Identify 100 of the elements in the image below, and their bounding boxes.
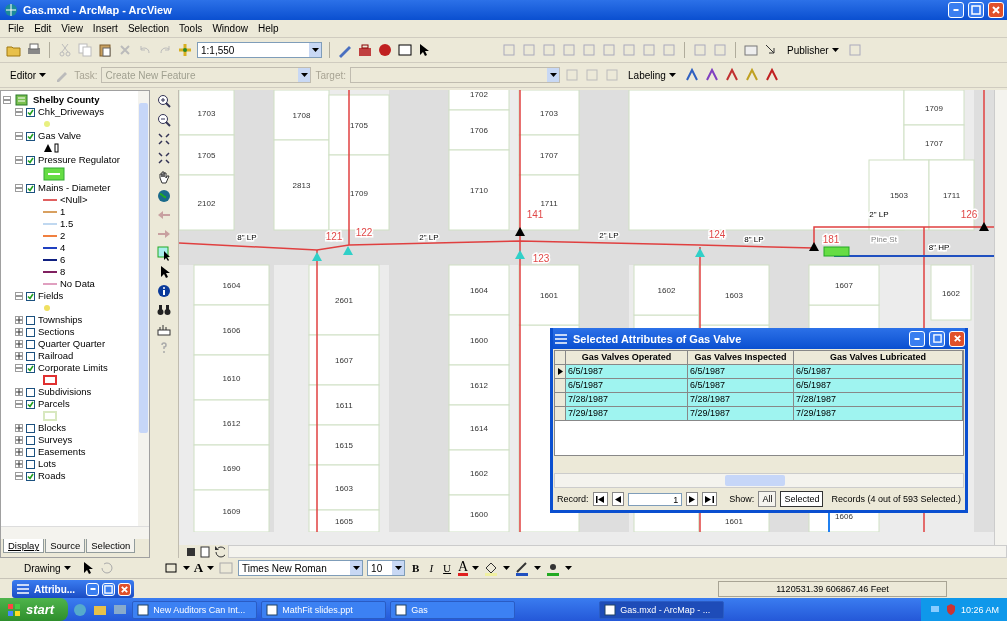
collapse-icon[interactable]	[15, 156, 23, 164]
collapse-icon[interactable]	[15, 132, 23, 140]
label-tool-icon[interactable]	[703, 67, 720, 83]
layer-checkbox[interactable]	[26, 399, 35, 409]
expand-icon[interactable]	[15, 328, 23, 336]
layer-checkbox[interactable]	[26, 423, 35, 433]
font-field[interactable]: Times New Roman	[238, 560, 364, 576]
layer-name[interactable]: Gas Valve	[38, 130, 82, 142]
panel-tab[interactable]: Source	[45, 539, 86, 553]
first-record-button[interactable]	[592, 492, 608, 506]
layer-checkbox[interactable]	[26, 351, 35, 361]
layer-group-name[interactable]: Shelby County	[33, 94, 100, 106]
expand-icon[interactable]	[15, 460, 23, 468]
minimize-button[interactable]	[86, 582, 99, 596]
layer-checkbox[interactable]	[26, 327, 35, 337]
layer-checkbox[interactable]	[26, 183, 35, 193]
menu-item[interactable]: View	[57, 22, 87, 35]
layer-checkbox[interactable]	[26, 459, 35, 469]
layer-name[interactable]: Parcels	[38, 398, 70, 410]
window-title[interactable]: Attribu...	[34, 583, 83, 595]
layer-checkbox[interactable]	[26, 387, 35, 397]
binoculars-icon[interactable]	[156, 302, 173, 318]
editor-menu[interactable]: Editor	[6, 68, 51, 82]
table-row[interactable]: 6/5/1987 6/5/1987 6/5/1987	[555, 379, 963, 393]
show-toggle[interactable]: Selected	[780, 491, 824, 507]
scrollbar[interactable]	[1, 526, 150, 539]
minimized-window[interactable]: Attribu...	[12, 580, 134, 598]
close-button[interactable]	[949, 330, 965, 347]
fixed-zoom-in-icon[interactable]	[156, 131, 173, 147]
paste-icon[interactable]	[97, 42, 113, 58]
layer-name[interactable]: Corporate Limits	[38, 362, 108, 374]
taskbar-button[interactable]: New Auditors Can Int...	[132, 600, 258, 619]
expand-icon[interactable]	[15, 448, 23, 456]
publisher-menu[interactable]: Publisher	[783, 43, 843, 57]
last-record-button[interactable]	[702, 492, 718, 506]
column-header[interactable]: Gas Valves Lubricated	[794, 351, 963, 365]
menu-item[interactable]: Edit	[30, 22, 56, 35]
text-style-button[interactable]: B	[409, 562, 423, 574]
layer-name[interactable]: Sections	[38, 326, 75, 338]
layer-name[interactable]: Chk_Driveways	[38, 106, 104, 118]
layer-checkbox[interactable]	[26, 155, 35, 165]
record-field[interactable]: 1	[627, 492, 683, 506]
scrollbar[interactable]	[138, 91, 150, 526]
text-style-button[interactable]: U	[440, 562, 455, 574]
layer-name[interactable]: Roads	[38, 470, 66, 482]
layer-name[interactable]: Fields	[38, 290, 64, 302]
menu-item[interactable]: File	[4, 22, 29, 35]
collapse-icon[interactable]	[15, 108, 23, 116]
layer-checkbox[interactable]	[26, 315, 35, 325]
label-tool-icon[interactable]	[723, 67, 740, 83]
label-tool-icon[interactable]	[763, 67, 780, 83]
scrollbar[interactable]	[994, 90, 1007, 545]
zoom-in-icon[interactable]	[156, 93, 173, 109]
expand-icon[interactable]	[15, 436, 23, 444]
layer-name[interactable]: Pressure Regulator	[38, 154, 120, 166]
close-button[interactable]	[988, 2, 1004, 18]
close-button[interactable]	[118, 582, 131, 596]
zoom-out-icon[interactable]	[156, 112, 173, 128]
layer-name[interactable]: Easements	[38, 446, 86, 458]
labeling-menu[interactable]: Labeling	[624, 68, 680, 82]
text-style-button[interactable]: I	[426, 562, 437, 574]
collapse-icon[interactable]	[15, 400, 23, 408]
layer-name[interactable]: Subdivisions	[38, 386, 92, 398]
maximize-button[interactable]	[968, 2, 984, 18]
maximize-button[interactable]	[929, 330, 945, 347]
table-row[interactable]: 7/29/1987 7/29/1987 7/29/1987	[555, 407, 963, 421]
expand-icon[interactable]	[15, 424, 23, 432]
fill-color-icon[interactable]	[483, 560, 500, 576]
layer-name[interactable]: Townships	[38, 314, 83, 326]
scrollbar[interactable]	[554, 473, 964, 488]
select-features-icon[interactable]	[156, 245, 173, 261]
layer-name[interactable]: Mains - Diameter	[38, 182, 111, 194]
expand-icon[interactable]	[15, 316, 23, 324]
layer-checkbox[interactable]	[26, 435, 35, 445]
layer-checkbox[interactable]	[26, 339, 35, 349]
layer-checkbox[interactable]	[26, 447, 35, 457]
label-tool-icon[interactable]	[683, 67, 700, 83]
previous-record-button[interactable]	[611, 492, 624, 506]
taskbar-button[interactable]: Gas	[390, 600, 516, 619]
text-tool-button[interactable]: A	[193, 560, 204, 576]
menu-item[interactable]: Tools	[175, 22, 207, 35]
layer-checkbox[interactable]	[26, 107, 35, 117]
panel-tab[interactable]: Selection	[86, 539, 136, 553]
next-record-button[interactable]	[686, 492, 699, 506]
collapse-icon[interactable]	[15, 292, 23, 300]
refresh-icon[interactable]	[213, 543, 225, 560]
expand-icon[interactable]	[15, 340, 23, 348]
pan-hand-icon[interactable]	[156, 169, 173, 185]
full-extent-globe-icon[interactable]	[156, 188, 173, 204]
table-row[interactable]: 7/28/1987 7/28/1987 7/28/1987	[555, 393, 963, 407]
layer-checkbox[interactable]	[26, 363, 35, 373]
taskbar-button[interactable]: Gas.mxd - ArcMap - ...	[599, 600, 725, 619]
collapse-icon[interactable]	[15, 184, 23, 192]
scale-field[interactable]: 1:1,550	[197, 42, 322, 58]
window-icon[interactable]	[397, 42, 413, 58]
expand-icon[interactable]	[15, 352, 23, 360]
info-icon[interactable]	[156, 283, 173, 299]
menu-item[interactable]: Insert	[88, 22, 122, 35]
scrollbar[interactable]	[228, 545, 1007, 558]
menu-item[interactable]: Selection	[123, 22, 173, 35]
